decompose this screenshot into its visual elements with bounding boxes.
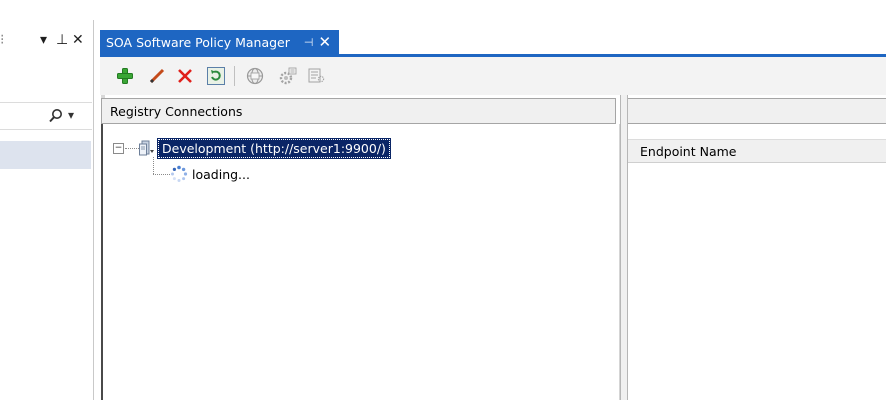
tree-node-development[interactable]: − Development (http://server1:9900/) xyxy=(113,137,391,159)
panel-close-icon[interactable]: ✕ xyxy=(72,33,84,47)
loading-spinner-icon xyxy=(171,165,188,182)
tree-node-loading: loading... xyxy=(170,163,250,185)
column-header-label: Endpoint Name xyxy=(640,143,737,159)
document-tab-policy-manager[interactable]: SOA Software Policy Manager ⊣ ✕ xyxy=(100,30,340,54)
search-dropdown-icon[interactable]: ▾ xyxy=(68,108,74,122)
panel-dropdown-icon[interactable]: ▾ xyxy=(40,33,47,47)
globe-publish-icon xyxy=(246,67,264,85)
add-icon xyxy=(117,68,133,84)
delete-x-icon xyxy=(178,69,192,83)
left-docked-panel xyxy=(0,0,100,400)
left-panel-search-bar[interactable]: ▾ xyxy=(0,102,92,130)
panel-splitter[interactable] xyxy=(620,95,628,400)
publish-button[interactable] xyxy=(245,66,265,86)
edit-button[interactable] xyxy=(147,66,167,86)
settings-button[interactable] xyxy=(278,66,298,86)
tree-connector-line xyxy=(153,174,170,175)
registry-header-label: Registry Connections xyxy=(110,103,243,119)
panel-pin-icon[interactable]: ⊥ xyxy=(56,33,68,47)
tree-connector-line xyxy=(153,157,154,174)
left-panel-top-strip xyxy=(0,0,100,20)
add-button[interactable] xyxy=(115,66,135,86)
tree-node-label: loading... xyxy=(192,166,250,182)
document-top-strip xyxy=(101,0,886,30)
left-panel-titlebar: ⁝ ▾ ⊥ ✕ xyxy=(0,28,92,54)
refresh-icon xyxy=(207,67,225,85)
tree-node-label[interactable]: Development (http://server1:9900/) xyxy=(157,137,391,159)
overflow-dots-icon[interactable]: ⁝ xyxy=(0,33,4,47)
refresh-button[interactable] xyxy=(206,66,226,86)
server-registry-icon xyxy=(139,140,154,156)
tab-close-icon[interactable]: ✕ xyxy=(318,33,331,51)
gear-settings-icon xyxy=(279,67,297,85)
policy-button[interactable] xyxy=(306,66,326,86)
tree-collapse-icon[interactable]: − xyxy=(113,142,124,154)
tab-pin-icon[interactable]: ⊣ xyxy=(304,36,314,49)
toolbar xyxy=(100,57,886,95)
left-panel-selected-row[interactable] xyxy=(0,141,91,169)
delete-button[interactable] xyxy=(175,66,195,86)
toolbar-separator xyxy=(234,66,235,86)
registry-connections-header: Registry Connections xyxy=(101,98,616,124)
search-icon[interactable] xyxy=(48,108,64,124)
policy-doc-icon xyxy=(308,68,325,83)
document-tab-title: SOA Software Policy Manager xyxy=(106,34,290,50)
edit-pencil-icon xyxy=(149,68,165,84)
endpoint-name-column-header[interactable]: Endpoint Name xyxy=(628,139,886,163)
endpoint-panel-header xyxy=(628,98,886,124)
